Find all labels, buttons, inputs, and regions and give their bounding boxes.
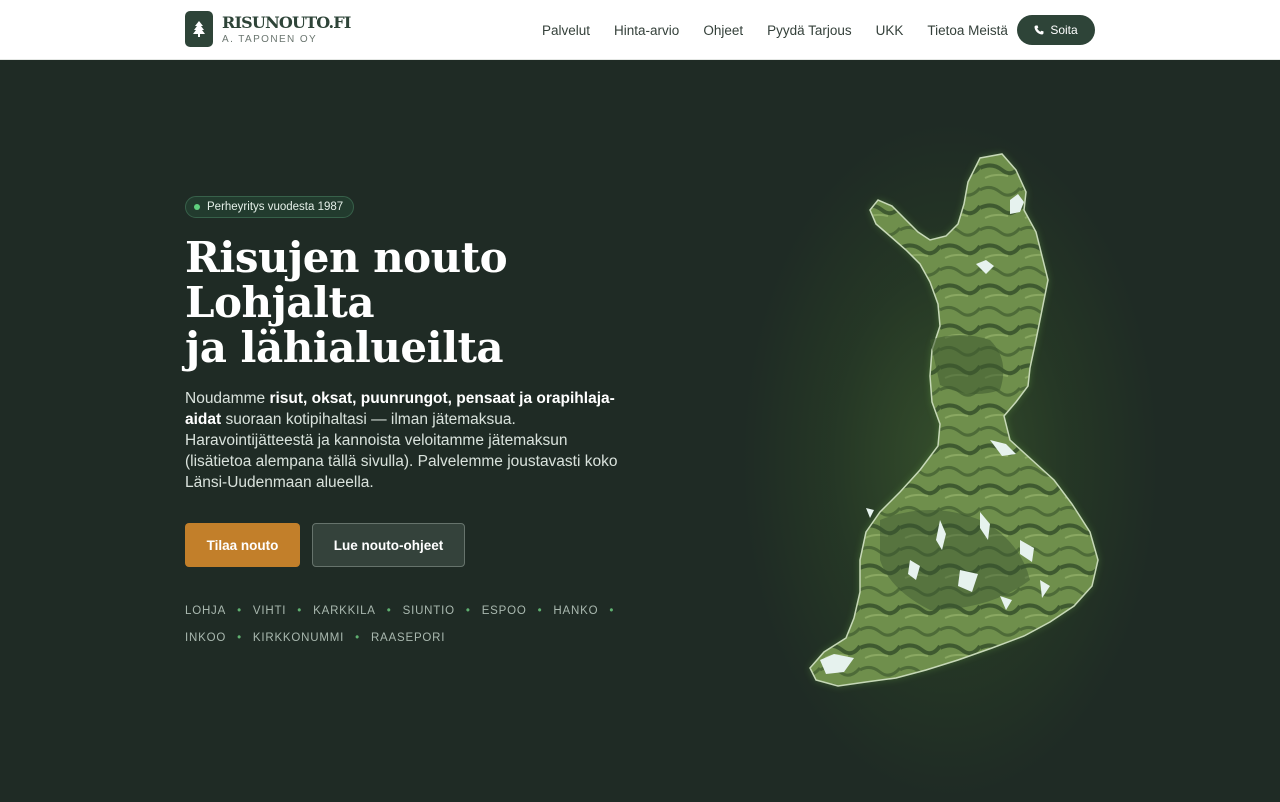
page-title: Risujen nouto Lohjalta ja lähialueilta (185, 233, 508, 372)
call-button[interactable]: Soita (1017, 15, 1095, 45)
status-dot-icon (194, 204, 200, 210)
finland-map (780, 140, 1120, 700)
main-nav: Palvelut Hinta-arvio Ohjeet Pyydä Tarjou… (530, 0, 1020, 60)
logo[interactable]: RISUNOUTO.FI A. TAPONEN OY (185, 11, 351, 47)
area-raasepori: RAASEPORI (370, 632, 446, 644)
area-karkkila: KARKKILA (313, 605, 376, 617)
badge-text: Perheyritys vuodesta 1987 (207, 201, 344, 213)
area-espoo: ESPOO (481, 605, 527, 617)
title-line-2: Lohjalta (185, 278, 375, 327)
nav-palvelut[interactable]: Palvelut (542, 23, 590, 38)
area-siuntio: SIUNTIO (402, 605, 455, 617)
read-instructions-button[interactable]: Lue nouto-ohjeet (312, 523, 465, 567)
order-pickup-button[interactable]: Tilaa nouto (185, 523, 300, 567)
area-hanko: HANKO (553, 605, 599, 617)
nav-ukk[interactable]: UKK (876, 23, 904, 38)
site-header: RISUNOUTO.FI A. TAPONEN OY Palvelut Hint… (0, 0, 1280, 60)
logo-subtitle: A. TAPONEN OY (222, 33, 318, 45)
call-button-label: Soita (1050, 23, 1078, 37)
status-badge: Perheyritys vuodesta 1987 (185, 196, 355, 218)
bullet-icon: • (237, 605, 242, 617)
nav-hinta-arvio[interactable]: Hinta-arvio (614, 23, 679, 38)
nav-tietoa-meista[interactable]: Tietoa Meistä (927, 23, 1008, 38)
title-line-3: ja lähialueilta (185, 323, 504, 372)
area-inkoo: INKOO (185, 632, 227, 644)
bullet-icon: • (297, 605, 303, 617)
logo-title: RISUNOUTO.FI (222, 12, 351, 32)
area-lohja: LOHJA (185, 605, 227, 617)
area-vihti: VIHTI (252, 605, 287, 617)
lead-text-2: suoraan kotipihaltasi — ilman jätemaksua… (185, 411, 618, 491)
bullet-icon: • (537, 605, 543, 617)
lead-text-1: Noudamme (185, 390, 270, 407)
bullet-icon: • (465, 605, 471, 617)
tree-icon (185, 11, 213, 47)
service-areas: LOHJA • VIHTI • KARKKILA • SIUNTIO • ESPOO • HANKO… (185, 598, 613, 652)
bullet-icon: • (609, 605, 615, 617)
bullet-icon: • (355, 632, 360, 644)
bullet-icon: • (237, 632, 242, 644)
hero-description: Noudamme risut, oksat, puunrungot, pensa… (185, 388, 625, 493)
nav-pyyda-tarjous[interactable]: Pyydä Tarjous (767, 23, 852, 38)
bullet-icon: • (386, 605, 392, 617)
phone-icon (1034, 25, 1044, 35)
nav-ohjeet[interactable]: Ohjeet (703, 23, 743, 38)
title-line-1: Risujen nouto (185, 233, 508, 282)
area-kirkkonummi: KIRKKONUMMI (252, 632, 345, 644)
